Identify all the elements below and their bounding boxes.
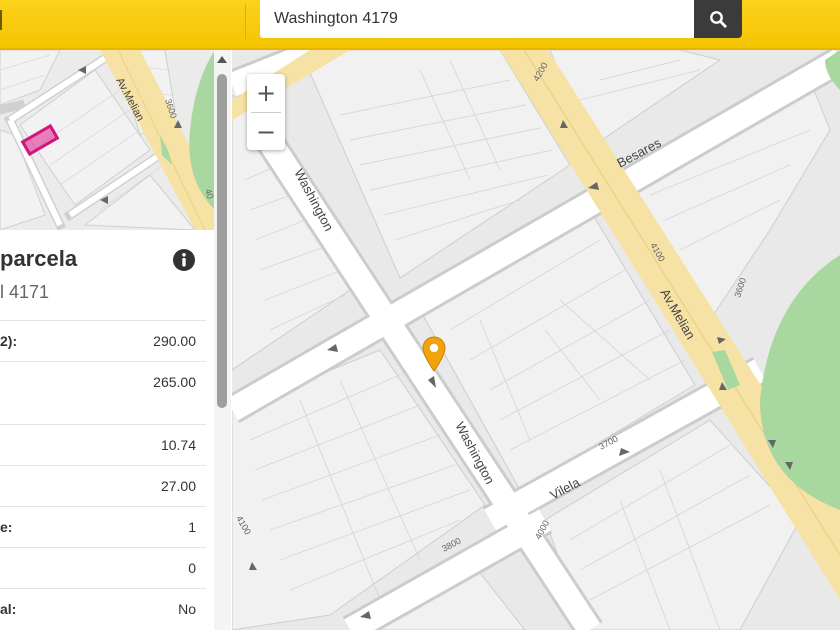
parcel-address: l 4171 [0,282,50,302]
top-bar [0,0,840,50]
location-pin-icon[interactable] [421,336,447,372]
zoom-in-button[interactable]: + [247,74,285,112]
zoom-out-button[interactable]: − [247,113,285,151]
attribute-row: 265.00 [0,361,206,424]
attribute-row: 27.00 [0,465,206,506]
parcel-attributes: 2): 290.00 265.00 10.74 27.00 e: 1 0 al:… [0,320,206,629]
scroll-up-arrow-icon[interactable] [217,56,227,63]
zoom-controls: + − [247,74,285,150]
attribute-value: No [178,601,196,617]
attribute-value: 290.00 [153,333,196,349]
menu-edge[interactable] [0,10,2,30]
attribute-row: al: No [0,588,206,629]
info-icon[interactable] [172,248,196,272]
toolbar-divider [245,4,246,40]
attribute-row: 2): 290.00 [0,320,206,361]
attribute-value: 0 [188,560,196,576]
attribute-value: 27.00 [160,478,196,494]
attribute-value: 265.00 [153,374,196,390]
main-map[interactable]: Washington Washington Av.Melian Besares … [232,50,840,630]
attribute-row: 10.74 [0,424,206,465]
attribute-label: al: [0,601,17,617]
minimap[interactable]: Av.Melian 3600 40 [0,50,215,230]
search-button[interactable] [694,0,742,38]
search-input[interactable] [260,0,694,38]
attribute-value: 1 [188,519,196,535]
search-icon [710,11,727,28]
attribute-label: 2): [0,333,18,349]
parcel-title: parcela [0,246,78,271]
parcel-panel: Av.Melian 3600 40 parcela l 4171 2): 290… [0,50,233,630]
attribute-row: 0 [0,547,206,588]
scrollbar-thumb[interactable] [217,74,227,408]
attribute-value: 10.74 [160,437,196,453]
attribute-label: e: [0,519,13,535]
attribute-row: e: 1 [0,506,206,547]
